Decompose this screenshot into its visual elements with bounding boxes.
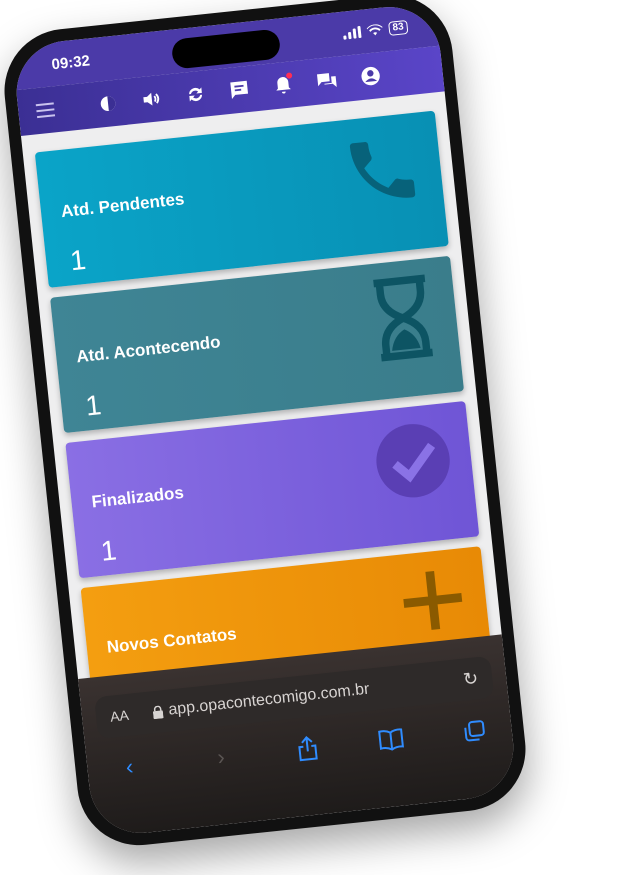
tabs-icon[interactable] [463,719,487,743]
card-title: Atd. Pendentes [60,189,186,222]
card-value: 1 [68,243,88,277]
bell-icon[interactable] [268,70,299,101]
card-title: Atd. Acontecendo [75,332,222,367]
url-text: app.opacontecomigo.com.br [167,680,371,719]
battery-level: 83 [387,19,409,36]
card-in-progress[interactable]: Atd. Acontecendo 1 [50,255,465,434]
card-value: 1 [99,534,118,567]
volume-icon[interactable] [136,84,167,115]
bookmarks-icon[interactable] [377,727,405,752]
share-icon[interactable] [295,734,320,762]
status-indicators: 83 [342,19,409,41]
hamburger-menu-icon[interactable] [35,102,56,119]
card-finished[interactable]: Finalizados 1 [65,400,480,579]
check-circle-icon [376,424,450,498]
card-value: 1 [83,389,103,422]
refresh-icon[interactable] [180,79,211,110]
phone-frame: 09:32 83 Atd. Pendentes 1 Atd. Acontecen… [0,0,532,852]
message-icon[interactable] [224,74,255,105]
card-title: Novos Contatos [105,624,238,657]
cellular-signal-icon [342,25,362,40]
plus-icon [403,570,463,630]
text-size-button[interactable]: AA [109,707,129,725]
status-time: 09:32 [50,51,91,73]
forward-icon[interactable]: › [204,743,239,772]
user-account-icon[interactable] [355,61,386,92]
reload-icon[interactable]: ↻ [462,668,479,690]
theme-toggle-icon[interactable] [93,88,124,119]
back-icon[interactable]: ‹ [112,752,147,781]
phone-icon [349,142,416,198]
wifi-icon [366,24,383,36]
card-title: Finalizados [90,482,185,512]
dashboard-cards: Atd. Pendentes 1 Atd. Acontecendo 1 Fina… [34,110,496,734]
lock-icon [152,705,164,719]
card-pending[interactable]: Atd. Pendentes 1 [34,110,449,288]
hourglass-icon [373,274,434,362]
chat-icon[interactable] [311,65,342,96]
phone-screen: 09:32 83 Atd. Pendentes 1 Atd. Acontecen… [11,1,519,839]
